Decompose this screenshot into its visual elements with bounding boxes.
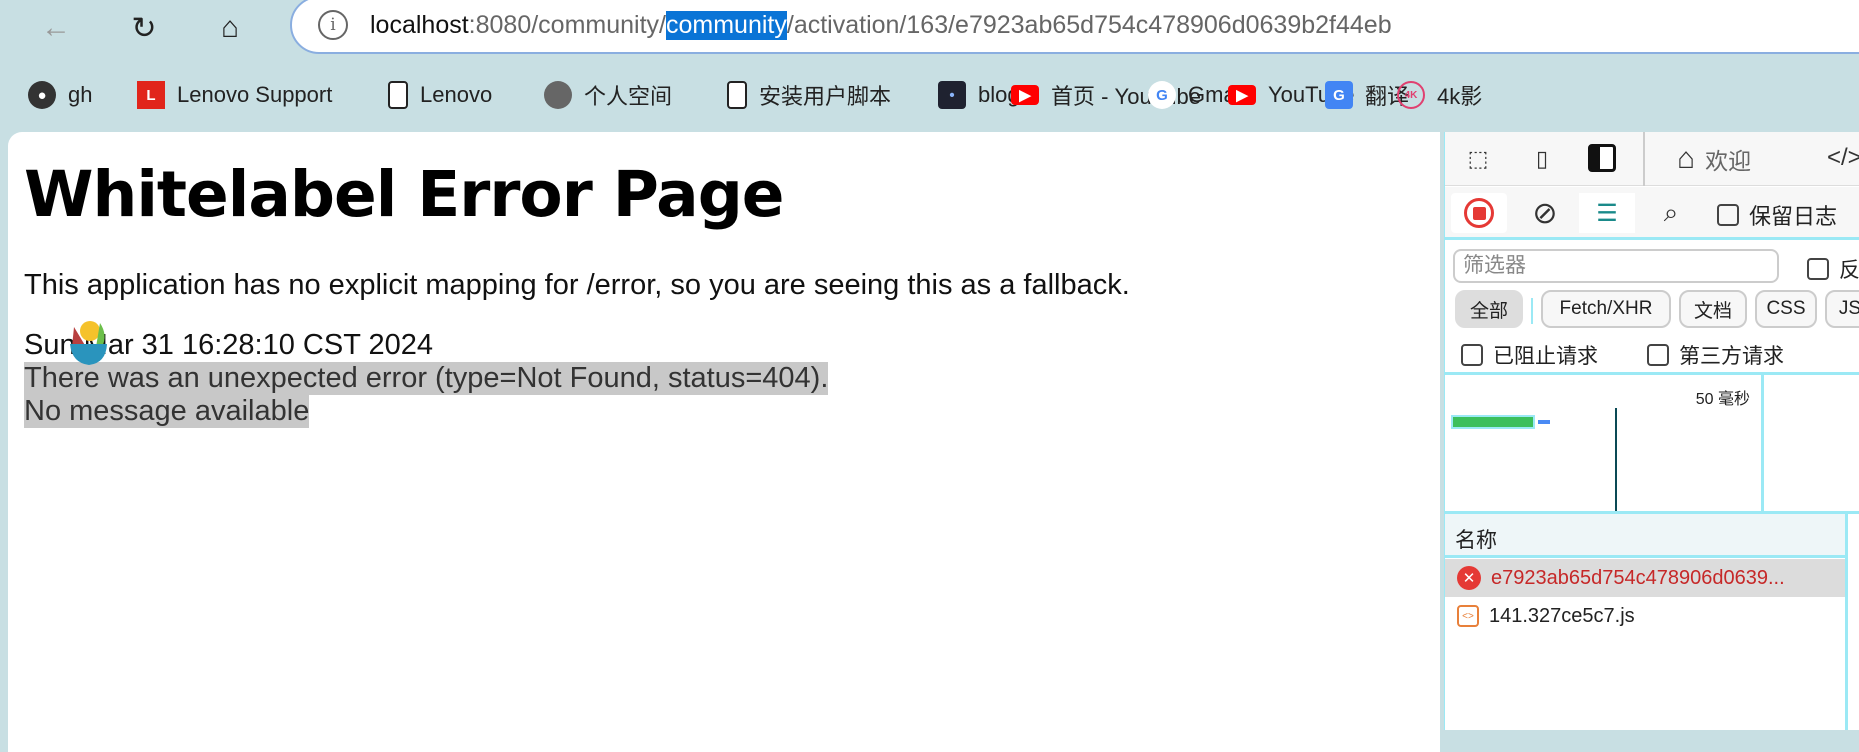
- tab-welcome[interactable]: ⌂ 欢迎: [1677, 140, 1751, 178]
- preserve-log-checkbox[interactable]: 保留日志: [1717, 199, 1837, 231]
- network-toolbar: ⊘ ☰ ⌕ 保留日志: [1445, 187, 1859, 240]
- chip-css[interactable]: CSS: [1755, 290, 1817, 328]
- error-icon: ✕: [1457, 566, 1481, 590]
- error-timestamp: Sun Mar 31 16:28:10 CST 2024: [24, 329, 433, 361]
- tab-elements[interactable]: </>: [1827, 144, 1859, 172]
- timeline-label: 50 毫秒: [1695, 391, 1750, 408]
- search-icon[interactable]: ⌕: [1653, 195, 1689, 231]
- name-column-header[interactable]: 名称: [1445, 514, 1845, 558]
- home-icon: ⌂: [1677, 142, 1696, 175]
- timeline-marker: [1615, 408, 1617, 511]
- bookmark-lenovo[interactable]: Lenovo: [388, 76, 492, 114]
- document-icon: [388, 81, 408, 109]
- record-button[interactable]: [1451, 193, 1507, 233]
- site-info-icon[interactable]: i: [318, 10, 348, 40]
- error-details: There was an unexpected error (type=Not …: [24, 362, 829, 395]
- bookmark-4k[interactable]: 4K 4k影: [1397, 76, 1482, 114]
- page-content: Whitelabel Error Page This application h…: [8, 132, 1440, 752]
- device-emulation-icon[interactable]: ▯: [1525, 142, 1559, 176]
- error-message: No message available: [24, 395, 310, 428]
- script-file-icon: <>: [1457, 605, 1479, 627]
- chip-all[interactable]: 全部: [1455, 290, 1523, 328]
- bookmark-personal-space[interactable]: 个人空间: [544, 76, 672, 114]
- timeline-request-bar: [1451, 415, 1535, 429]
- devtools-main-toolbar: ⬚ ▯ ⌂ 欢迎 </>: [1445, 132, 1859, 186]
- devtools-panel: ⬚ ▯ ⌂ 欢迎 </> ⊘ ☰ ⌕ 保留日志 筛选器 反 全部 Fetch/XH…: [1444, 132, 1859, 730]
- third-party-checkbox[interactable]: 第三方请求: [1647, 340, 1784, 370]
- chip-doc[interactable]: 文档: [1679, 290, 1747, 328]
- bookmark-install-userscript[interactable]: 安装用户脚本: [727, 76, 891, 114]
- youtube-icon: ▶: [1011, 85, 1039, 105]
- home-button[interactable]: ⌂: [208, 6, 252, 50]
- translate-icon: G: [1325, 81, 1353, 109]
- globe-icon: [544, 81, 572, 109]
- github-icon: ●: [28, 81, 56, 109]
- timeline-overview[interactable]: 50 毫秒: [1445, 372, 1859, 514]
- page-title: Whitelabel Error Page: [24, 158, 785, 231]
- chip-js[interactable]: JS: [1825, 290, 1859, 328]
- dock-side-icon[interactable]: [1588, 144, 1616, 172]
- refresh-button[interactable]: ↻: [122, 6, 166, 50]
- bookmark-blog[interactable]: • blog: [938, 76, 1020, 114]
- filter-input[interactable]: 筛选器: [1453, 249, 1779, 283]
- filter-toggle-icon[interactable]: ☰: [1579, 193, 1635, 233]
- blog-icon: •: [938, 81, 966, 109]
- request-row[interactable]: ✕ e7923ab65d754c478906d0639...: [1445, 559, 1845, 597]
- back-button[interactable]: ←: [34, 6, 78, 50]
- inspect-element-icon[interactable]: ⬚: [1461, 142, 1495, 176]
- bookmark-gh[interactable]: ● gh: [28, 76, 92, 114]
- request-row[interactable]: <> 141.327ce5c7.js: [1445, 597, 1845, 635]
- blocked-requests-checkbox[interactable]: 已阻止请求: [1461, 340, 1598, 370]
- invert-checkbox[interactable]: 反: [1807, 254, 1859, 284]
- 4k-icon: 4K: [1397, 81, 1425, 109]
- document-icon: [727, 81, 747, 109]
- bookmark-lenovo-support[interactable]: L Lenovo Support: [137, 76, 332, 114]
- google-icon: G: [1148, 81, 1176, 109]
- clear-icon[interactable]: ⊘: [1525, 193, 1565, 233]
- youtube-icon: ▶: [1228, 85, 1256, 105]
- error-description: This application has no explicit mapping…: [24, 269, 1130, 301]
- fruit-bowl-icon: [70, 317, 108, 367]
- lenovo-l-icon: L: [137, 81, 165, 109]
- chip-fetch-xhr[interactable]: Fetch/XHR: [1541, 290, 1671, 328]
- address-bar[interactable]: i localhost:8080/community/community/act…: [290, 0, 1859, 54]
